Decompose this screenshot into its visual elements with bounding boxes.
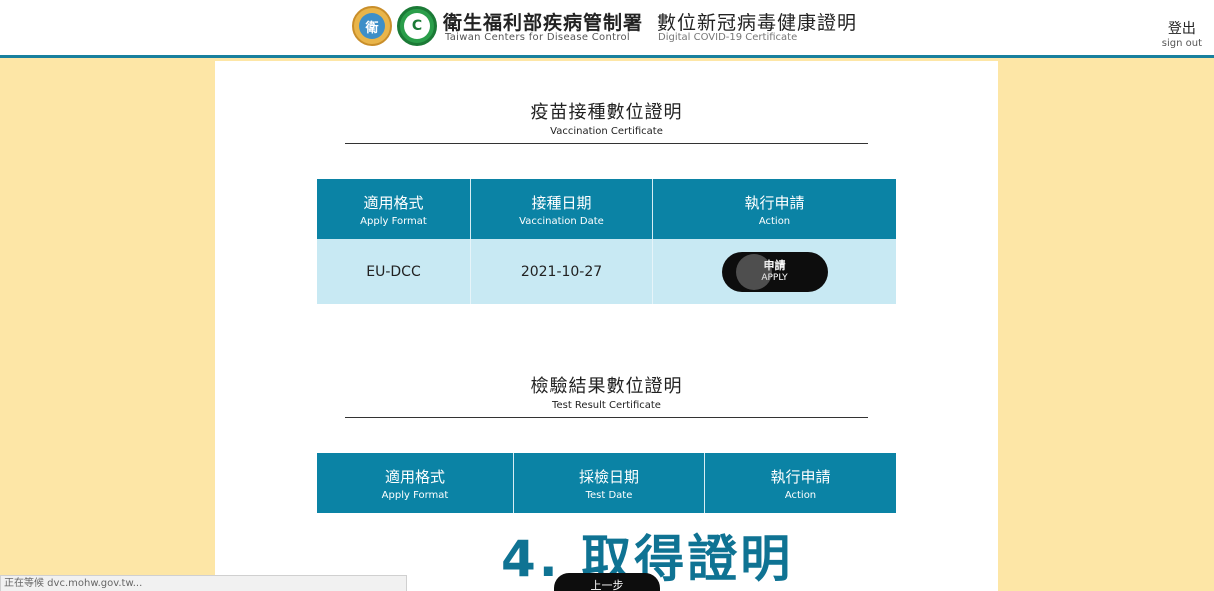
column-label-en: Vaccination Date xyxy=(519,215,604,227)
column-label-zh: 適用格式 xyxy=(363,193,424,212)
table-header: 適用格式 Apply Format 接種日期 Vaccination Date … xyxy=(317,179,896,239)
column-label-zh: 接種日期 xyxy=(531,193,592,212)
column-label-en: Action xyxy=(784,489,817,501)
table-row: EU-DCC 2021-10-27 申請 APPLY xyxy=(317,239,896,304)
cursor-highlight xyxy=(735,253,772,290)
column-label-en: Apply Format xyxy=(360,215,427,227)
section-divider xyxy=(345,143,868,144)
column-label-en: Test Date xyxy=(585,489,633,501)
cert-title-en: Digital COVID-19 Certificate xyxy=(658,32,798,43)
browser-status-bar: 正在等候 dvc.mohw.gov.tw... xyxy=(0,575,407,591)
back-button[interactable]: 上一步 xyxy=(554,573,660,591)
test-result-table: 適用格式 Apply Format 採檢日期 Test Date 執行申請 Ac… xyxy=(317,453,896,513)
vaccination-title: 疫苗接種數位證明 Vaccination Certificate xyxy=(345,98,868,137)
signout-label-zh: 登出 xyxy=(1167,21,1196,37)
column-label-en: Action xyxy=(758,215,791,227)
main-panel: 疫苗接種數位證明 Vaccination Certificate 適用格式 Ap… xyxy=(215,61,998,591)
cert-title-zh: 數位新冠病毒健康證明 xyxy=(657,12,858,34)
test-result-title: 檢驗結果數位證明 Test Result Certificate xyxy=(345,372,868,411)
column-header-date: 接種日期 Vaccination Date xyxy=(471,179,653,239)
cdc-logo-icon: C xyxy=(397,6,437,46)
column-header-format: 適用格式 Apply Format xyxy=(317,179,471,239)
test-result-title-zh: 檢驗結果數位證明 xyxy=(530,376,683,397)
moh-seal-icon: 衛 xyxy=(352,6,392,46)
column-label-zh: 執行申請 xyxy=(770,467,831,486)
site-header: 衛 C 衛生福利部疾病管制署 Taiwan Centers for Diseas… xyxy=(0,0,1214,58)
column-header-action: 執行申請 Action xyxy=(705,453,896,513)
apply-button[interactable]: 申請 APPLY xyxy=(721,251,828,292)
vaccination-title-zh: 疫苗接種數位證明 xyxy=(530,102,683,123)
test-result-title-en: Test Result Certificate xyxy=(552,400,661,411)
cell-date: 2021-10-27 xyxy=(471,239,653,304)
section-divider xyxy=(345,417,868,418)
vaccination-table: 適用格式 Apply Format 接種日期 Vaccination Date … xyxy=(317,179,896,304)
vaccination-title-en: Vaccination Certificate xyxy=(550,126,663,137)
column-label-en: Apply Format xyxy=(381,489,449,501)
cell-action: 申請 APPLY xyxy=(653,239,896,304)
column-label-zh: 適用格式 xyxy=(384,467,445,486)
org-name-en: Taiwan Centers for Disease Control xyxy=(445,32,631,43)
column-label-zh: 執行申請 xyxy=(744,193,805,212)
column-header-action: 執行申請 Action xyxy=(653,179,896,239)
table-header: 適用格式 Apply Format 採檢日期 Test Date 執行申請 Ac… xyxy=(317,453,896,513)
signout-button[interactable]: 登出 sign out xyxy=(1162,18,1202,49)
column-header-date: 採檢日期 Test Date xyxy=(514,453,705,513)
org-name-zh: 衛生福利部疾病管制署 xyxy=(443,12,644,34)
cell-format: EU-DCC xyxy=(317,239,471,304)
signout-label-en: sign out xyxy=(1161,38,1202,49)
column-label-zh: 採檢日期 xyxy=(578,467,639,486)
column-header-format: 適用格式 Apply Format xyxy=(317,453,514,513)
